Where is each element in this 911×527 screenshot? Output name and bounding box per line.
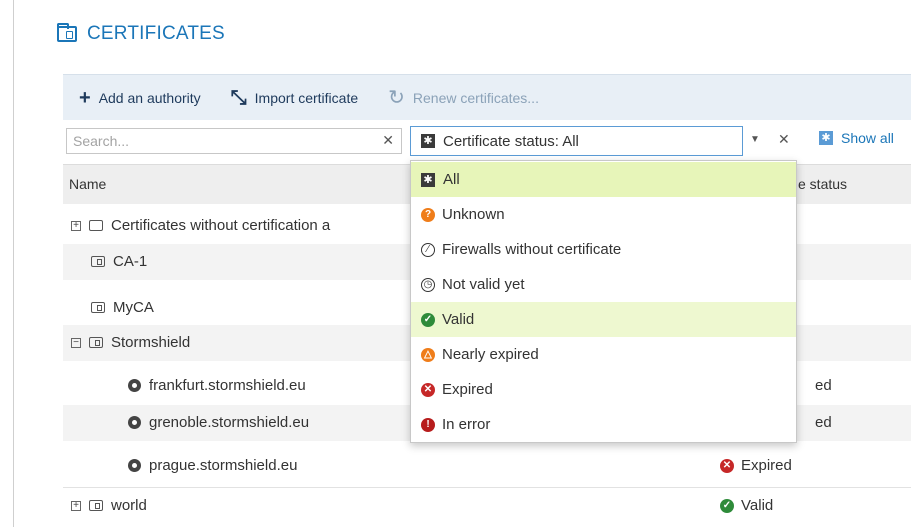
certificates-folder-icon <box>57 23 77 42</box>
option-label: Not valid yet <box>442 276 525 293</box>
ca-folder-icon <box>91 302 105 313</box>
certificate-status-dropdown: ✱ All ? Unknown ⁄ Firewalls without cert… <box>410 160 797 443</box>
expired-icon: ✕ <box>720 458 734 473</box>
warning-icon: △ <box>421 347 435 362</box>
option-label: Unknown <box>442 206 505 223</box>
row-label: Certificates without certification a <box>111 217 331 234</box>
ca-folder-icon <box>89 337 103 348</box>
all-icon: ✱ <box>421 172 435 187</box>
option-label: Nearly expired <box>442 346 539 363</box>
option-label: Firewalls without certificate <box>442 241 622 258</box>
status-clear-icon[interactable]: ✕ <box>778 131 790 148</box>
search-placeholder: Search... <box>73 133 130 149</box>
renew-certificates-button[interactable]: ↻ Renew certificates... <box>388 88 539 108</box>
dropdown-option-not-valid-yet[interactable]: ◷ Not valid yet <box>411 267 796 302</box>
import-icon: ⤡ <box>230 86 247 109</box>
valid-icon: ✓ <box>421 312 435 327</box>
all-status-icon: ✱ <box>421 134 435 148</box>
status-label: Expired <box>741 457 792 474</box>
option-label: All <box>443 171 460 188</box>
search-input[interactable]: Search... ✕ <box>66 128 402 154</box>
search-clear-icon[interactable]: ✕ <box>382 132 394 149</box>
clock-icon: ◷ <box>421 277 435 292</box>
table-row[interactable]: + world ✓ Valid <box>63 487 911 524</box>
add-authority-label: Add an authority <box>98 89 201 106</box>
filter-bar: Search... ✕ ✱ Certificate status: All ▼ … <box>63 120 911 164</box>
row-status: ✓ Valid <box>720 497 773 514</box>
table-row[interactable]: prague.stormshield.eu ✕ Expired <box>63 448 911 484</box>
expand-icon[interactable]: + <box>71 500 81 511</box>
import-certificate-label: Import certificate <box>254 89 359 106</box>
expand-icon[interactable]: + <box>71 220 81 231</box>
status-label: ed <box>815 414 832 431</box>
dropdown-option-all[interactable]: ✱ All <box>411 162 796 197</box>
dropdown-option-unknown[interactable]: ? Unknown <box>411 197 796 232</box>
expired-icon: ✕ <box>421 382 435 397</box>
refresh-icon: ↻ <box>388 86 405 109</box>
option-label: Valid <box>442 311 475 328</box>
row-label: world <box>111 497 147 514</box>
row-status: ✕ Expired <box>720 457 792 474</box>
toolbar: + Add an authority ⤡ Import certificate … <box>63 74 911 120</box>
row-status: ed <box>815 377 832 394</box>
column-status-header[interactable]: e status <box>798 176 847 192</box>
dropdown-option-expired[interactable]: ✕ Expired <box>411 372 796 407</box>
status-label: ed <box>815 377 832 394</box>
row-label: grenoble.stormshield.eu <box>149 414 310 431</box>
renew-certificates-label: Renew certificates... <box>412 89 539 106</box>
error-icon: ! <box>421 417 435 432</box>
certificate-icon <box>128 459 141 472</box>
page-title: CERTIFICATES <box>87 23 225 44</box>
row-name: + Certificates without certification a <box>71 217 330 234</box>
row-name: frankfurt.stormshield.eu <box>128 377 306 394</box>
add-authority-button[interactable]: + Add an authority <box>79 88 201 108</box>
unknown-icon: ? <box>421 207 435 222</box>
certificate-status-select[interactable]: ✱ Certificate status: All <box>410 126 743 156</box>
certificate-icon <box>128 416 141 429</box>
collapse-icon[interactable]: − <box>71 337 81 348</box>
import-certificate-button[interactable]: ⤡ Import certificate <box>231 88 358 108</box>
certificate-status-value: Certificate status: All <box>443 132 579 150</box>
panel-left-border <box>13 0 14 527</box>
show-all-icon: ✱ <box>819 131 833 145</box>
option-label: In error <box>442 416 491 433</box>
no-certificate-icon: ⁄ <box>421 242 435 257</box>
show-all-label: Show all <box>841 130 894 146</box>
valid-icon: ✓ <box>720 498 734 513</box>
row-label: CA-1 <box>113 253 148 270</box>
certificate-icon <box>128 379 141 392</box>
folder-icon <box>89 220 103 231</box>
show-all-button[interactable]: ✱ Show all <box>819 130 894 146</box>
row-label: frankfurt.stormshield.eu <box>149 377 306 394</box>
ca-folder-icon <box>91 256 105 267</box>
dropdown-option-in-error[interactable]: ! In error <box>411 407 796 442</box>
row-name: prague.stormshield.eu <box>128 457 297 474</box>
dropdown-option-valid[interactable]: ✓ Valid <box>411 302 796 337</box>
row-name: grenoble.stormshield.eu <box>128 414 309 431</box>
page-header: CERTIFICATES <box>57 22 225 46</box>
row-name: CA-1 <box>91 253 147 270</box>
row-status: ed <box>815 414 832 431</box>
chevron-down-icon[interactable]: ▼ <box>750 134 760 145</box>
row-label: MyCA <box>113 299 154 316</box>
dropdown-option-firewalls-without-certificate[interactable]: ⁄ Firewalls without certificate <box>411 232 796 267</box>
ca-folder-icon <box>89 500 103 511</box>
dropdown-option-nearly-expired[interactable]: △ Nearly expired <box>411 337 796 372</box>
row-name: + world <box>71 497 147 514</box>
row-name: − Stormshield <box>71 334 190 351</box>
row-name: MyCA <box>91 299 154 316</box>
plus-icon: + <box>79 86 91 109</box>
status-label: Valid <box>741 497 774 514</box>
row-label: prague.stormshield.eu <box>149 457 298 474</box>
column-name-header[interactable]: Name <box>69 176 106 192</box>
row-label: Stormshield <box>111 334 191 351</box>
option-label: Expired <box>442 381 493 398</box>
